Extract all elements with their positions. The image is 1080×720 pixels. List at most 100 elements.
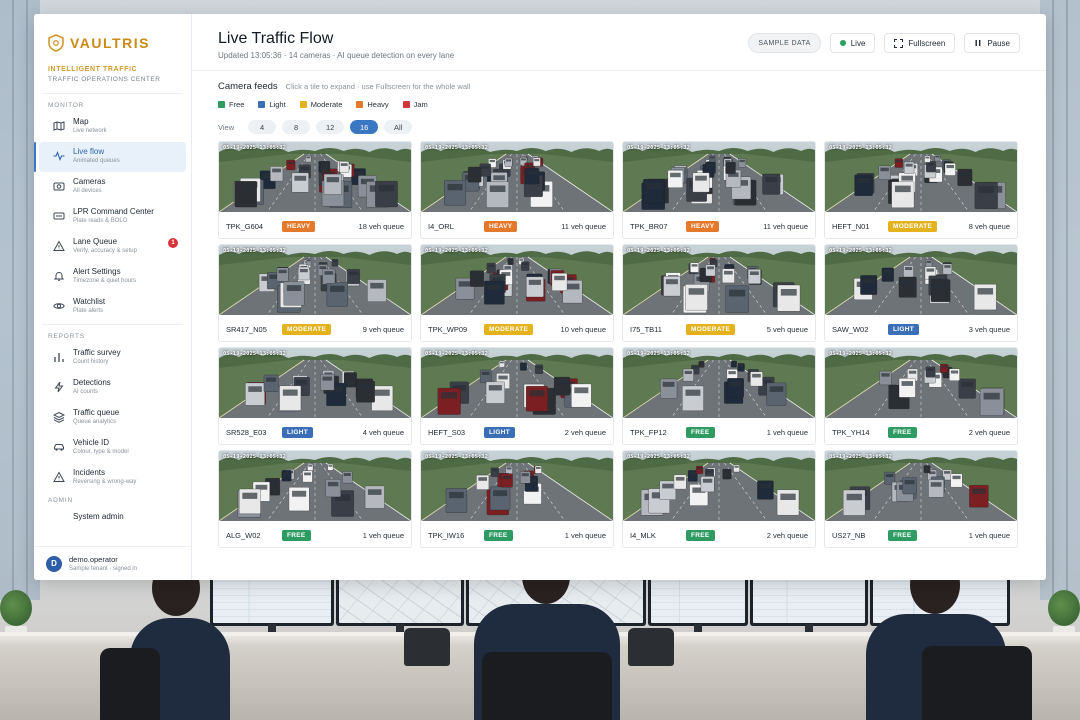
status-badge: LIGHT (888, 323, 919, 335)
legend-label: Moderate (310, 100, 343, 109)
camera-tile-sr417-n05[interactable]: 05-19-2025 13:05:32 SR417_N05 MODERATE 9… (218, 244, 412, 342)
camera-tile-tpk-br07[interactable]: 05-19-2025 13:05:32 TPK_BR07 HEAVY 11 ve… (622, 141, 816, 239)
status-badge: FREE (484, 529, 513, 541)
car-icon (53, 440, 65, 452)
feed-timestamp: 05-19-2025 13:05:32 (829, 454, 892, 460)
live-button[interactable]: Live (829, 33, 876, 53)
sidebar-item-detections[interactable]: Detections AI counts (39, 373, 186, 403)
fullscreen-button[interactable]: Fullscreen (884, 33, 956, 53)
page-subtitle: Updated 13:05:36 · 14 cameras · AI queue… (218, 51, 455, 60)
queue-count: 8 veh queue (968, 221, 1010, 231)
camera-tile-tpk-wp09[interactable]: 05-19-2025 13:05:32 TPK_WP09 MODERATE 10… (420, 244, 614, 342)
camera-tile-alg-w02[interactable]: 05-19-2025 13:05:32 ALG_W02 FREE 1 veh q… (218, 450, 412, 548)
view-option-4[interactable]: 4 (248, 120, 277, 134)
view-option-all[interactable]: All (384, 120, 413, 134)
status-badge: FREE (888, 529, 917, 541)
camera-id: I75_TB11 (630, 324, 662, 334)
camera-id: HEFT_N01 (832, 221, 870, 231)
feed-timestamp: 05-19-2025 13:05:32 (829, 351, 892, 357)
sidebar-item-map[interactable]: Map Live network (39, 112, 186, 142)
view-label: View (218, 122, 235, 132)
camera-id: SR528_E03 (226, 427, 267, 437)
sidebar-item-label: System admin (73, 512, 124, 521)
sidebar-item-label: Traffic queue (73, 408, 120, 417)
warning-icon (53, 239, 65, 251)
status-badge: FREE (282, 529, 311, 541)
user-name: demo.operator (69, 555, 118, 564)
camera-feed-image: 05-19-2025 13:05:32 (825, 451, 1017, 521)
plate-icon (53, 209, 65, 221)
avatar: D (46, 555, 62, 572)
sidebar-item-traffic-queue[interactable]: Traffic queue Queue analytics (39, 403, 186, 433)
feed-timestamp: 05-19-2025 13:05:32 (627, 145, 690, 151)
status-badge: HEAVY (686, 220, 720, 232)
sidebar-item-system-admin[interactable]: System admin (39, 507, 186, 529)
legend-label: Free (229, 100, 245, 109)
view-option-8[interactable]: 8 (282, 120, 311, 134)
sidebar-item-vehicle-id[interactable]: Vehicle ID Colour, type & model (39, 433, 186, 463)
legend-swatch (299, 101, 307, 108)
pause-button[interactable]: Pause (964, 33, 1020, 53)
shield-logo-icon (48, 34, 64, 52)
view-option-12[interactable]: 12 (316, 120, 345, 134)
queue-count: 3 veh queue (968, 324, 1010, 334)
camera-tile-tpk-fp12[interactable]: 05-19-2025 13:05:32 TPK_FP12 FREE 1 veh … (622, 347, 816, 445)
sidebar-item-label: Vehicle ID (73, 438, 110, 447)
camera-tile-saw-w02[interactable]: 05-19-2025 13:05:32 SAW_W02 LIGHT 3 veh … (824, 244, 1018, 342)
camera-feed-image: 05-19-2025 13:05:32 (623, 245, 815, 315)
camera-feed-image: 05-19-2025 13:05:32 (421, 245, 613, 315)
sidebar-item-alert-settings[interactable]: Alert Settings Timezone & quiet hours (39, 262, 186, 292)
camera-icon (53, 179, 65, 191)
legend-swatch (258, 101, 266, 108)
sidebar-item-lane-queue[interactable]: Lane Queue Verify, accuracy & setup 1 (39, 232, 186, 262)
operator-right (810, 556, 1040, 720)
sidebar-item-watchlist[interactable]: Watchlist Plate alerts (39, 292, 186, 322)
camera-tile-i4-orl[interactable]: 05-19-2025 13:05:32 I4_ORL HEAVY 11 veh … (420, 141, 614, 239)
status-badge: MODERATE (484, 323, 534, 335)
camera-tile-tpk-yh14[interactable]: 05-19-2025 13:05:32 TPK_YH14 FREE 2 veh … (824, 347, 1018, 445)
camera-id: TPK_IW16 (428, 530, 465, 540)
brand[interactable]: VAULTRIS (34, 32, 191, 54)
queue-count: 5 veh queue (766, 324, 808, 334)
sidebar-item-cameras[interactable]: Cameras All devices (39, 172, 186, 202)
camera-tile-i75-tb11[interactable]: 05-19-2025 13:05:32 I75_TB11 MODERATE 5 … (622, 244, 816, 342)
camera-tile-i4-mlk[interactable]: 05-19-2025 13:05:32 I4_MLK FREE 2 veh qu… (622, 450, 816, 548)
brand-name: VAULTRIS (70, 35, 150, 51)
camera-id: SAW_W02 (832, 324, 869, 334)
desk-phone (404, 628, 450, 666)
sidebar-item-lpr-command-center[interactable]: LPR Command Center Plate reads & BOLO (39, 202, 186, 232)
queue-count: 18 veh queue (358, 221, 404, 231)
legend-label: Jam (413, 100, 428, 109)
camera-tile-heft-n01[interactable]: 05-19-2025 13:05:32 HEFT_N01 MODERATE 8 … (824, 141, 1018, 239)
camera-tile-us27-nb[interactable]: 05-19-2025 13:05:32 US27_NB FREE 1 veh q… (824, 450, 1018, 548)
user-profile[interactable]: D demo.operator Sample tenant · signed i… (34, 546, 191, 580)
queue-count: 1 veh queue (564, 530, 606, 540)
queue-count: 9 veh queue (362, 324, 404, 334)
user-tenant: Sample tenant · signed in (69, 566, 138, 572)
alert-icon (53, 470, 65, 482)
camera-tile-tpk-iw16[interactable]: 05-19-2025 13:05:32 TPK_IW16 FREE 1 veh … (420, 450, 614, 548)
org-line-1: INTELLIGENT TRAFFIC (48, 66, 138, 73)
sample-data-badge: SAMPLE DATA (748, 33, 821, 53)
camera-tile-sr528-e03[interactable]: 05-19-2025 13:05:32 SR528_E03 LIGHT 4 ve… (218, 347, 412, 445)
camera-tile-heft-s03[interactable]: 05-19-2025 13:05:32 HEFT_S03 LIGHT 2 veh… (420, 347, 614, 445)
bell-icon (53, 269, 65, 281)
sidebar-item-sub: Animated queues (73, 158, 120, 164)
nav-reports-group: Traffic survey Count history Detections AI … (34, 343, 191, 493)
sidebar-item-label: Incidents (73, 468, 106, 477)
sidebar-item-traffic-survey[interactable]: Traffic survey Count history (39, 343, 186, 373)
feeds-title: Camera feeds (218, 81, 278, 92)
sidebar-item-sub: Reversing & wrong-way (73, 479, 137, 485)
section-reports-title: REPORTS (48, 333, 85, 340)
sidebar-item-label: Cameras (73, 177, 106, 186)
sidebar-item-live-flow[interactable]: Live flow Animated queues (34, 142, 186, 172)
camera-feed-image: 05-19-2025 13:05:32 (219, 142, 411, 212)
view-option-16[interactable]: 16 (350, 120, 379, 134)
camera-tile-tpk-g604[interactable]: 05-19-2025 13:05:32 TPK_G604 HEAVY 18 ve… (218, 141, 412, 239)
legend-swatch (356, 101, 364, 108)
status-badge: FREE (686, 426, 715, 438)
sidebar-item-incidents[interactable]: Incidents Reversing & wrong-way (39, 463, 186, 493)
legend-item-heavy: Heavy (356, 100, 389, 109)
camera-id: TPK_YH14 (832, 427, 870, 437)
operator-left (100, 560, 300, 720)
